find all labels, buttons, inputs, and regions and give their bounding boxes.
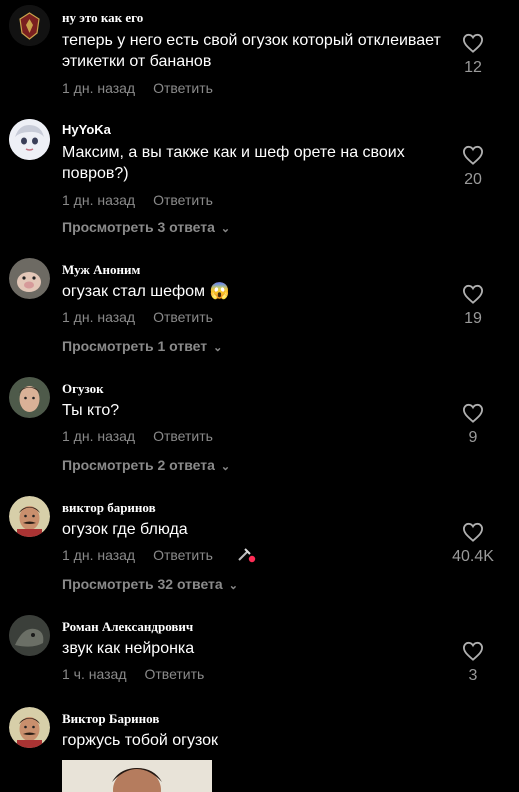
- like-count: 9: [468, 429, 478, 446]
- heart-icon[interactable]: [462, 284, 484, 304]
- chevron-down-icon: ⌄: [220, 461, 231, 473]
- view-replies-button[interactable]: Просмотреть 2 ответа ⌄: [62, 457, 230, 473]
- comment-text: Ты кто?: [62, 402, 120, 419]
- comment-meta: 1 дн. назад Ответить: [62, 309, 213, 325]
- chevron-down-icon: ⌄: [213, 342, 223, 354]
- creator-like-badge-icon: [238, 548, 256, 563]
- view-replies-button[interactable]: Просмотреть 32 ответа ⌄: [62, 576, 238, 592]
- comment-time: 1 ч. назад: [62, 666, 127, 682]
- comment-meta: 1 дн. назад Ответить: [62, 547, 213, 563]
- heart-icon[interactable]: [462, 522, 484, 542]
- avatar[interactable]: [9, 377, 50, 418]
- comment-text: огузак стал шефом 😱: [62, 283, 230, 300]
- like-count: 3: [468, 667, 478, 684]
- comment-image-thumbnail[interactable]: [62, 760, 212, 792]
- comment-text: теперь у него есть свой огузок который о…: [62, 32, 441, 70]
- comment-time: 1 дн. назад: [62, 192, 136, 208]
- comment-username[interactable]: Роман Александрович: [62, 619, 193, 635]
- like-control: 3: [443, 641, 503, 685]
- comment-meta: 1 дн. назад Ответить: [62, 428, 213, 444]
- heart-icon[interactable]: [462, 145, 484, 165]
- reply-button[interactable]: Ответить: [153, 309, 213, 325]
- comment-text: Максим, а вы также как и шеф орете на св…: [62, 144, 405, 182]
- reply-button[interactable]: Ответить: [144, 666, 204, 682]
- comment-time: 1 дн. назад: [62, 80, 136, 96]
- avatar[interactable]: [9, 5, 50, 46]
- heart-icon[interactable]: [462, 33, 484, 53]
- like-control: 20: [443, 145, 503, 189]
- like-control: 19: [443, 284, 503, 328]
- comment-username[interactable]: Огузок: [62, 381, 104, 397]
- comment-text: горжусь тобой огузок: [62, 732, 219, 749]
- view-replies-label: Просмотреть 1 ответ: [62, 338, 208, 354]
- view-replies-label: Просмотреть 32 ответа: [62, 576, 223, 592]
- comment-username[interactable]: HyYoKa: [62, 122, 111, 137]
- like-count: 12: [464, 59, 482, 76]
- view-replies-label: Просмотреть 2 ответа: [62, 457, 215, 473]
- comment-time: 1 дн. назад: [62, 428, 136, 444]
- comment-meta: 1 ч. назад Ответить: [62, 666, 204, 682]
- comment-time: 1 дн. назад: [62, 309, 136, 325]
- comment-username[interactable]: Виктор Баринов: [62, 711, 159, 727]
- comment-text: огузок где блюда: [62, 521, 188, 538]
- comment-time: 1 дн. назад: [62, 547, 136, 563]
- avatar[interactable]: [9, 615, 50, 656]
- reply-button[interactable]: Ответить: [153, 428, 213, 444]
- like-count: 40.4K: [452, 548, 494, 565]
- reply-button[interactable]: Ответить: [153, 547, 213, 563]
- reply-button[interactable]: Ответить: [153, 192, 213, 208]
- comment-username[interactable]: Муж Аноним: [62, 262, 140, 278]
- like-control: 9: [443, 403, 503, 447]
- view-replies-button[interactable]: Просмотреть 1 ответ ⌄: [62, 338, 222, 354]
- comment-username[interactable]: ну это как его: [62, 10, 143, 26]
- comment-meta: 1 дн. назад Ответить: [62, 192, 213, 208]
- view-replies-button[interactable]: Просмотреть 3 ответа ⌄: [62, 219, 230, 235]
- like-count: 20: [464, 171, 482, 188]
- chevron-down-icon: ⌄: [228, 580, 238, 592]
- avatar[interactable]: [9, 496, 50, 537]
- comment-meta: 1 дн. назад Ответить: [62, 80, 213, 96]
- heart-icon[interactable]: [462, 641, 484, 661]
- heart-icon[interactable]: [462, 403, 484, 423]
- like-control: 40.4K: [443, 522, 503, 566]
- like-count: 19: [464, 310, 482, 327]
- chevron-down-icon: ⌄: [220, 223, 231, 235]
- avatar[interactable]: [9, 258, 50, 299]
- comment-text: звук как нейронка: [62, 640, 195, 657]
- like-control: 12: [443, 33, 503, 77]
- comment-username[interactable]: виктор баринов: [62, 500, 156, 516]
- view-replies-label: Просмотреть 3 ответа: [62, 219, 215, 235]
- avatar[interactable]: [9, 119, 50, 160]
- avatar[interactable]: [9, 707, 50, 748]
- reply-button[interactable]: Ответить: [153, 80, 213, 96]
